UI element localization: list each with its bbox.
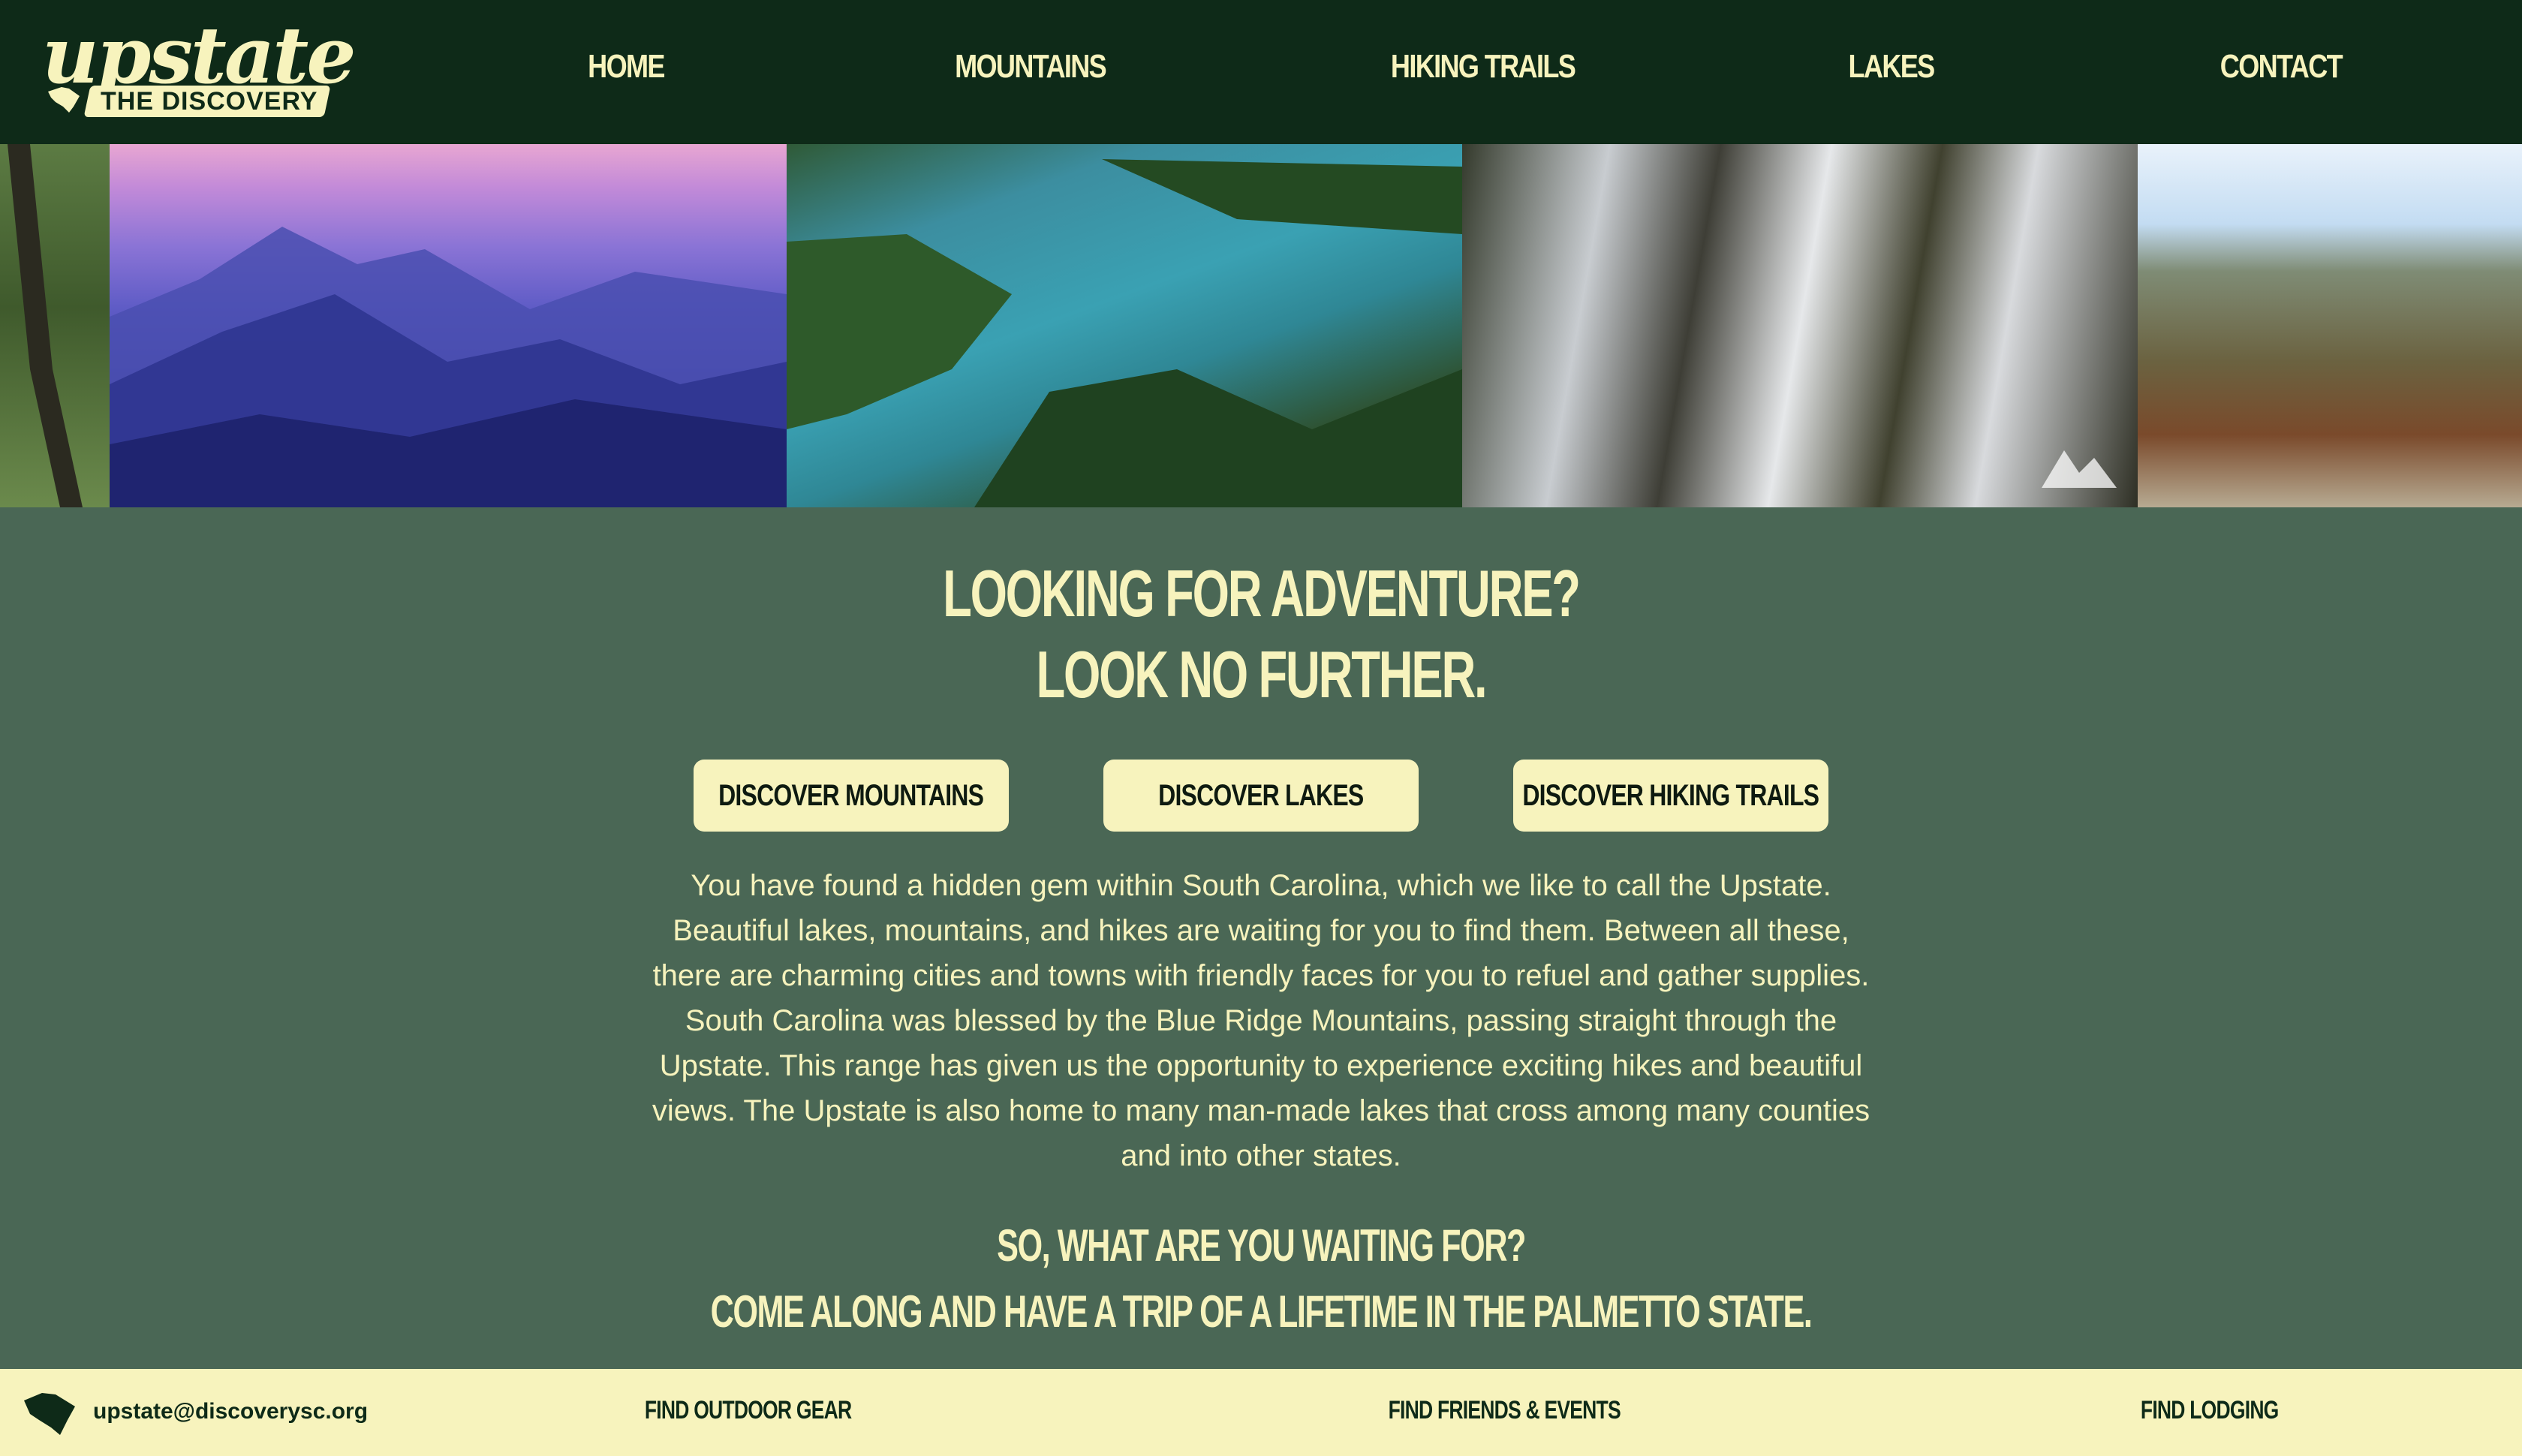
footer-friends-events-link[interactable]: FIND FRIENDS & EVENTS <box>1389 1396 1621 1425</box>
discover-hiking-trails-button[interactable]: DISCOVER HIKING TRAILS <box>1513 760 1828 832</box>
footer-outdoor-gear-link[interactable]: FIND OUTDOOR GEAR <box>645 1396 852 1425</box>
footer-email-link[interactable]: upstate@discoverysc.org <box>93 1399 368 1424</box>
intro-line: South Carolina was blessed by the Blue R… <box>685 1004 1837 1037</box>
photo-waterfall <box>1462 144 2138 507</box>
intro-line: Upstate. This range has given us the opp… <box>659 1049 1863 1082</box>
intro-paragraph: You have found a hidden gem within South… <box>623 863 1899 1178</box>
discover-mountains-label: DISCOVER MOUNTAINS <box>718 778 984 812</box>
site-header: upstate THE DISCOVERY HOME MOUNTAINS HIK… <box>0 0 2522 144</box>
south-carolina-icon <box>48 87 80 113</box>
intro-line: views. The Upstate is also home to many … <box>652 1094 1870 1127</box>
intro-line: Beautiful lakes, mountains, and hikes ar… <box>673 914 1849 947</box>
site-footer: upstate@discoverysc.org FIND OUTDOOR GEA… <box>0 1369 2522 1456</box>
nav-lakes[interactable]: LAKES <box>1849 48 1936 86</box>
intro-line: and into other states. <box>1121 1139 1401 1172</box>
intro-line: You have found a hidden gem within South… <box>691 869 1831 902</box>
footer-lodging-link[interactable]: FIND LODGING <box>2141 1396 2279 1425</box>
mountain-ridges-graphic <box>110 227 787 507</box>
discover-mountains-button[interactable]: DISCOVER MOUNTAINS <box>694 760 1009 832</box>
cta-headline-1: SO, WHAT ARE YOU WAITING FOR? <box>997 1220 1526 1271</box>
site-logo[interactable]: upstate THE DISCOVERY <box>42 17 357 120</box>
photo-mountain-overlook <box>2138 144 2522 507</box>
logo-tagline: THE DISCOVERY <box>101 87 318 116</box>
photo-banner <box>0 144 2522 507</box>
logo-wordmark: upstate <box>42 9 357 101</box>
photo-purple-mountains <box>110 144 787 507</box>
nav-mountains[interactable]: MOUNTAINS <box>955 48 1107 86</box>
south-carolina-icon <box>24 1393 75 1435</box>
lake-shore-graphic <box>787 159 1462 507</box>
photo-forest-edge <box>0 144 110 507</box>
mountain-watermark-icon <box>2042 450 2117 488</box>
discover-lakes-label: DISCOVER LAKES <box>1158 778 1364 812</box>
hero-headline-2: LOOK NO FURTHER. <box>1036 637 1487 711</box>
nav-contact[interactable]: CONTACT <box>2220 48 2343 86</box>
cta-headline-2: COME ALONG AND HAVE A TRIP OF A LIFETIME… <box>710 1286 1813 1337</box>
discover-lakes-button[interactable]: DISCOVER LAKES <box>1103 760 1419 832</box>
nav-home[interactable]: HOME <box>588 48 665 86</box>
hero-headline-1: LOOKING FOR ADVENTURE? <box>943 556 1581 630</box>
intro-line: there are charming cities and towns with… <box>652 959 1870 992</box>
discover-hiking-trails-label: DISCOVER HIKING TRAILS <box>1522 778 1820 812</box>
main-content: LOOKING FOR ADVENTURE? LOOK NO FURTHER. … <box>0 507 2522 1369</box>
nav-hiking-trails[interactable]: HIKING TRAILS <box>1391 48 1576 86</box>
tree-trunk-graphic <box>8 144 83 507</box>
photo-aerial-lake <box>787 144 1462 507</box>
